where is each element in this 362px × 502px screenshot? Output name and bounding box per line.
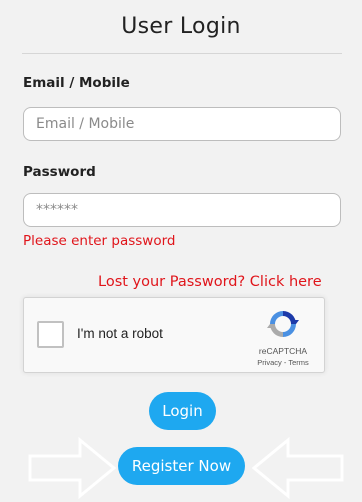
recaptcha-privacy-terms[interactable]: Privacy - Terms: [246, 358, 320, 367]
register-button[interactable]: Register Now: [118, 447, 245, 485]
login-button[interactable]: Login: [149, 392, 216, 430]
arrow-right-icon: [28, 436, 117, 500]
email-label: Email / Mobile: [23, 75, 130, 91]
password-error-message: Please enter password: [23, 233, 176, 249]
recaptcha-checkbox[interactable]: [37, 321, 64, 348]
recaptcha-logo-icon: [267, 311, 299, 337]
page-title: User Login: [121, 14, 241, 39]
title-divider: [22, 53, 342, 54]
recaptcha-checkbox-label: I'm not a robot: [77, 326, 163, 341]
arrow-left-icon: [251, 436, 344, 500]
email-field[interactable]: [23, 107, 341, 141]
recaptcha-brand-text: reCAPTCHA: [258, 346, 308, 356]
password-field[interactable]: [23, 193, 341, 227]
password-label: Password: [23, 164, 96, 180]
forgot-password-link[interactable]: Lost your Password? Click here: [98, 274, 322, 290]
recaptcha-widget: I'm not a robot reCAPTCHA Privacy - Term…: [23, 297, 325, 373]
